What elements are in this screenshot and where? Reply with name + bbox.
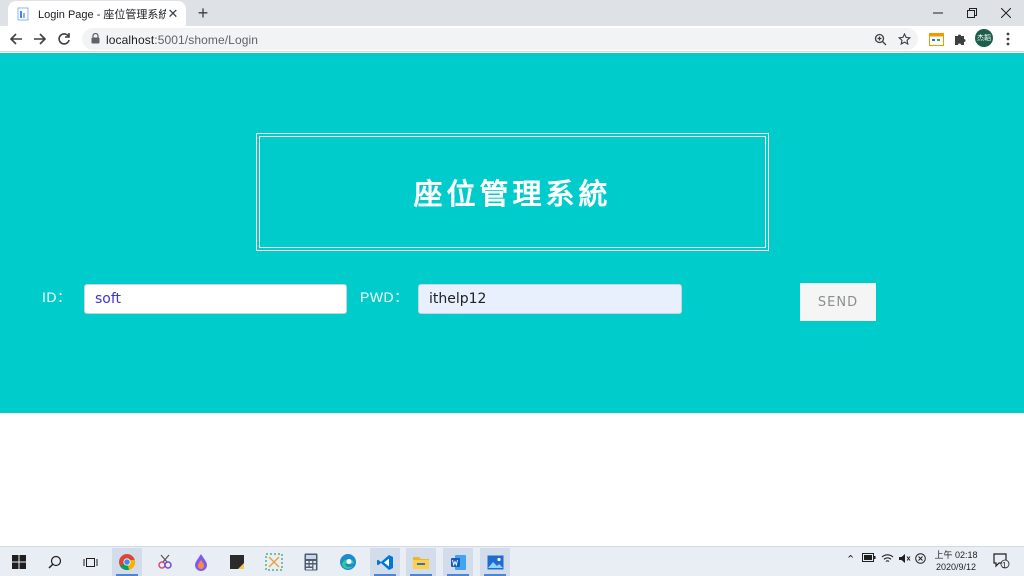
title-frame: 座位管理系統 — [256, 133, 769, 251]
snip-icon[interactable] — [150, 548, 180, 576]
lock-icon[interactable] — [91, 33, 100, 44]
notification-count: 1 — [1002, 561, 1007, 570]
show-hidden-icons-icon[interactable]: ⌃ — [846, 553, 855, 566]
send-button[interactable]: SEND — [800, 283, 876, 321]
tab-login-page[interactable]: Login Page - 座位管理系統 ✕ — [8, 1, 186, 26]
sticky-notes-icon[interactable] — [222, 548, 252, 576]
close-window-icon[interactable] — [989, 0, 1023, 26]
browser-toolbar: localhost:5001/shome/Login 杰韜 — [0, 26, 1024, 52]
wifi-icon[interactable] — [881, 553, 894, 567]
reload-icon[interactable] — [55, 30, 73, 48]
windows-taskbar: ⌃ 上午 02:18 2020/9/12 1 — [0, 546, 1024, 576]
url-text: localhost:5001/shome/Login — [106, 33, 259, 47]
extensions-puzzle-icon[interactable] — [951, 30, 969, 48]
new-tab-icon[interactable]: + — [194, 4, 212, 22]
edge-icon[interactable] — [333, 548, 363, 576]
pwd-label: PWD： — [360, 289, 409, 305]
id-label: ID： — [42, 289, 72, 305]
id-input[interactable]: soft — [84, 284, 347, 314]
system-clock[interactable]: 上午 02:18 2020/9/12 — [926, 549, 986, 573]
file-explorer-icon[interactable] — [406, 548, 436, 576]
restore-icon[interactable] — [955, 0, 989, 26]
address-bar[interactable]: localhost:5001/shome/Login — [82, 28, 918, 50]
notification-center-icon[interactable] — [992, 551, 1010, 572]
page-favicon-icon — [17, 7, 29, 20]
word-icon[interactable] — [443, 548, 473, 576]
tab-title: Login Page - 座位管理系統 — [38, 8, 166, 21]
login-hero: 座位管理系統 ID： soft PWD： ithelp12 SEND — [0, 53, 1024, 413]
vscode-icon[interactable] — [370, 548, 400, 576]
photos-icon[interactable] — [480, 548, 510, 576]
paint3d-icon[interactable] — [186, 548, 216, 576]
snipping-tool-icon[interactable] — [259, 548, 289, 576]
calculator-icon[interactable] — [296, 548, 326, 576]
forward-icon[interactable] — [31, 30, 49, 48]
clock-date: 2020/9/12 — [935, 562, 977, 572]
page-title: 座位管理系統 — [413, 179, 612, 211]
volume-muted-icon[interactable] — [898, 553, 911, 567]
profile-avatar[interactable]: 杰韜 — [975, 29, 993, 47]
pwd-input[interactable]: ithelp12 — [418, 284, 682, 314]
clock-time: 上午 02:18 — [934, 550, 978, 560]
tab-strip: Login Page - 座位管理系統 ✕ + — [0, 0, 1024, 26]
extension-calendar-icon[interactable] — [927, 30, 945, 48]
battery-icon[interactable] — [862, 553, 876, 565]
tab-close-icon[interactable]: ✕ — [166, 6, 180, 21]
windows-start-icon[interactable] — [4, 548, 34, 576]
back-icon[interactable] — [7, 30, 25, 48]
bookmark-star-icon[interactable] — [896, 31, 912, 47]
ime-indicator-icon[interactable] — [915, 553, 926, 567]
menu-kebab-icon[interactable] — [999, 30, 1017, 48]
task-view-icon[interactable] — [75, 548, 105, 576]
minimize-icon[interactable] — [921, 0, 955, 26]
chrome-icon[interactable] — [112, 548, 142, 576]
search-icon[interactable] — [40, 548, 70, 576]
zoom-icon[interactable] — [872, 31, 888, 47]
